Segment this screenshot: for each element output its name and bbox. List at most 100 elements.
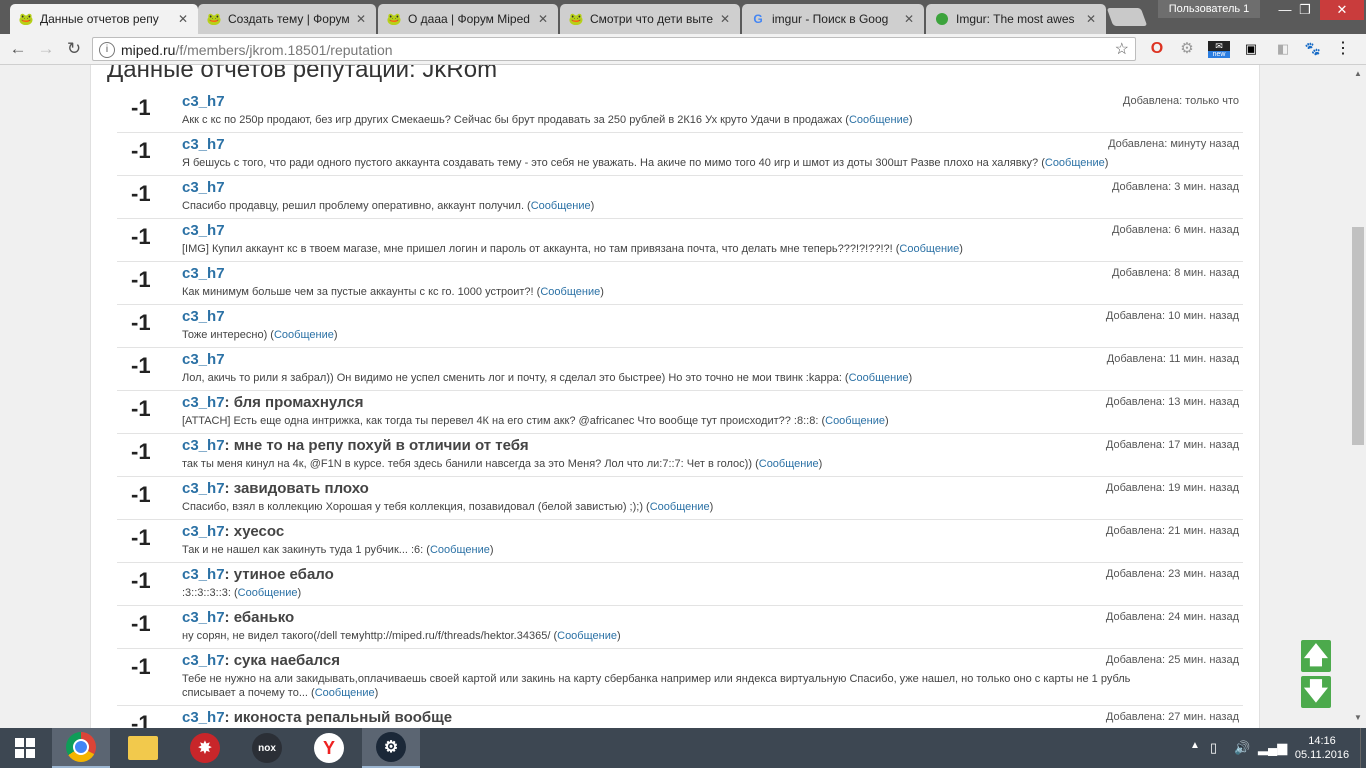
username-link[interactable]: c3_h7 [182,566,225,583]
chrome-icon[interactable] [52,728,110,768]
post-link[interactable]: Сообщение [315,687,375,699]
menu-icon[interactable]: ⋮ [1334,41,1352,57]
yandex-browser-icon[interactable]: Y [300,728,358,768]
rater-and-subject: c3_h7 [182,308,225,325]
tab-google-imgur[interactable]: G imgur - Поиск в Goog ✕ [742,4,924,34]
reputation-row: -1 c3_h7: хуесос Так и не нашел как закину… [117,519,1243,563]
forward-icon[interactable]: → [36,39,56,59]
username-link[interactable]: c3_h7 [182,480,225,497]
reload-icon[interactable]: ↻ [64,39,84,59]
username-link[interactable]: c3_h7 [182,308,225,325]
close-icon[interactable]: ✕ [1084,12,1098,26]
username-link[interactable]: c3_h7 [182,179,225,196]
post-link[interactable]: Сообщение [531,200,591,212]
scroll-up-arrow[interactable]: ▲ [1353,69,1363,78]
username-link[interactable]: c3_h7 [182,609,225,626]
post-link[interactable]: Сообщение [899,243,959,255]
post-link[interactable]: Сообщение [825,415,885,427]
scrollbar[interactable]: ▲ ▼ [1350,65,1366,728]
excerpt-text: Лол, акичь то рили я забрал)) Он видимо … [182,372,842,384]
message-excerpt: Как минимум больше чем за пустые аккаунт… [182,286,604,298]
username-link[interactable]: c3_h7 [182,93,225,110]
google-icon: G [753,12,763,26]
new-tab-button[interactable] [1106,8,1148,26]
info-icon[interactable]: i [99,42,115,58]
back-icon[interactable]: ← [8,39,28,59]
volume-icon[interactable]: 🔊 [1234,740,1250,756]
close-icon[interactable]: ✕ [718,12,732,26]
username-link[interactable]: c3_h7 [182,222,225,239]
username-link[interactable]: c3_h7 [182,709,225,726]
file-explorer-icon[interactable] [114,728,172,768]
post-link[interactable]: Сообщение [849,114,909,126]
address-bar[interactable]: i miped.ru/f/members/jkrom.18501/reputat… [92,37,1136,61]
windows-start-icon[interactable] [0,728,50,768]
reputation-points: -1 [131,482,151,507]
tab-o-daaa[interactable]: 🐸 О дааа | Форум Miped ✕ [378,4,558,34]
username-link[interactable]: c3_h7 [182,265,225,282]
tablet-icon[interactable]: ▯ [1210,740,1217,756]
nox-icon[interactable]: nox [238,728,296,768]
username-link[interactable]: c3_h7 [182,351,225,368]
mail-icon[interactable]: ✉ new [1208,41,1230,58]
close-icon[interactable]: ✕ [536,12,550,26]
scroll-to-bottom-button[interactable]: 🡇 [1301,676,1331,708]
reputation-points: -1 [131,439,151,464]
gear-icon[interactable]: ⚙ [1178,41,1196,57]
excerpt-text: Так и не нашел как закинуть туда 1 рубчи… [182,544,424,556]
network-icon[interactable]: ▂▄▆ [1258,740,1287,756]
excerpt-text: [IMG] Купил аккаунт кс в твоем магазе, м… [182,243,893,255]
username-link[interactable]: c3_h7 [182,394,225,411]
added-time: Добавлена: минуту назад [1108,138,1239,150]
excerpt-text: ну сорян, не видел такого(/dell темуhttp… [182,630,551,642]
rater-and-subject: c3_h7: иконоста репальный вообще [182,709,452,726]
extension-icon-2[interactable]: ◧ [1274,41,1292,57]
maximize-icon[interactable]: ❐ [1288,0,1322,20]
post-link[interactable]: Сообщение [1045,157,1105,169]
message-excerpt: Спасибо продавцу, решил проблему операти… [182,200,595,212]
scroll-down-arrow[interactable]: ▼ [1353,713,1363,722]
steam-icon[interactable]: ⚙ [362,728,420,768]
reputation-row: -1 c3_h7: завидовать плохо Спасибо, взял в… [117,476,1243,520]
close-icon[interactable]: ✕ [902,12,916,26]
opera-icon[interactable]: O [1148,41,1166,57]
show-desktop-button[interactable] [1360,728,1366,768]
thread-subject: : бля промахнулся [224,394,364,411]
post-link[interactable]: Сообщение [759,458,819,470]
paw-icon[interactable]: 🐾 [1304,41,1322,57]
thread-subject: : хуесос [224,523,285,540]
post-link[interactable]: Сообщение [650,501,710,513]
username-link[interactable]: c3_h7 [182,652,225,669]
thread-subject: : иконоста репальный вообще [224,709,453,726]
thread-subject: : утиное ебало [224,566,334,583]
extension-icon[interactable]: ▣ [1242,41,1260,57]
close-icon[interactable]: ✕ [176,12,190,26]
post-link[interactable]: Сообщение [849,372,909,384]
excerpt-text: :3::3::3::3: [182,587,231,599]
username-link[interactable]: c3_h7 [182,136,225,153]
added-time: Добавлена: 10 мин. назад [1105,310,1239,322]
post-link[interactable]: Сообщение [557,630,617,642]
antivirus-icon[interactable]: ✸ [176,728,234,768]
tab-reputation[interactable]: 🐸 Данные отчетов репу ✕ [10,4,198,34]
reputation-row: -1 c3_h7: иконоста репальный вообще Добавл… [117,705,1243,728]
post-link[interactable]: Сообщение [430,544,490,556]
scroll-thumb[interactable] [1352,227,1364,445]
post-link[interactable]: Сообщение [274,329,334,341]
bookmark-star-icon[interactable]: ☆ [1115,39,1129,59]
post-link[interactable]: Сообщение [540,286,600,298]
profile-badge[interactable]: Пользователь 1 [1158,0,1260,18]
close-icon[interactable]: ✕ [354,12,368,26]
tab-imgur[interactable]: Imgur: The most awes ✕ [926,4,1106,34]
added-time: Добавлена: 17 мин. назад [1105,439,1239,451]
clock[interactable]: 14:16 05.11.2016 [1290,734,1354,762]
username-link[interactable]: c3_h7 [182,437,225,454]
tab-kids[interactable]: 🐸 Смотри что дети выте ✕ [560,4,740,34]
tray-expand-icon[interactable]: ▲ [1190,740,1200,751]
close-window-icon[interactable]: ✕ [1320,0,1364,20]
username-link[interactable]: c3_h7 [182,523,225,540]
scroll-to-top-button[interactable]: 🡅 [1301,640,1331,672]
reputation-row: -1 c3_h7 Я бешусь с того, что ради одного … [117,132,1243,176]
post-link[interactable]: Сообщение [238,587,298,599]
tab-create-thread[interactable]: 🐸 Создать тему | Форум ✕ [198,4,376,34]
